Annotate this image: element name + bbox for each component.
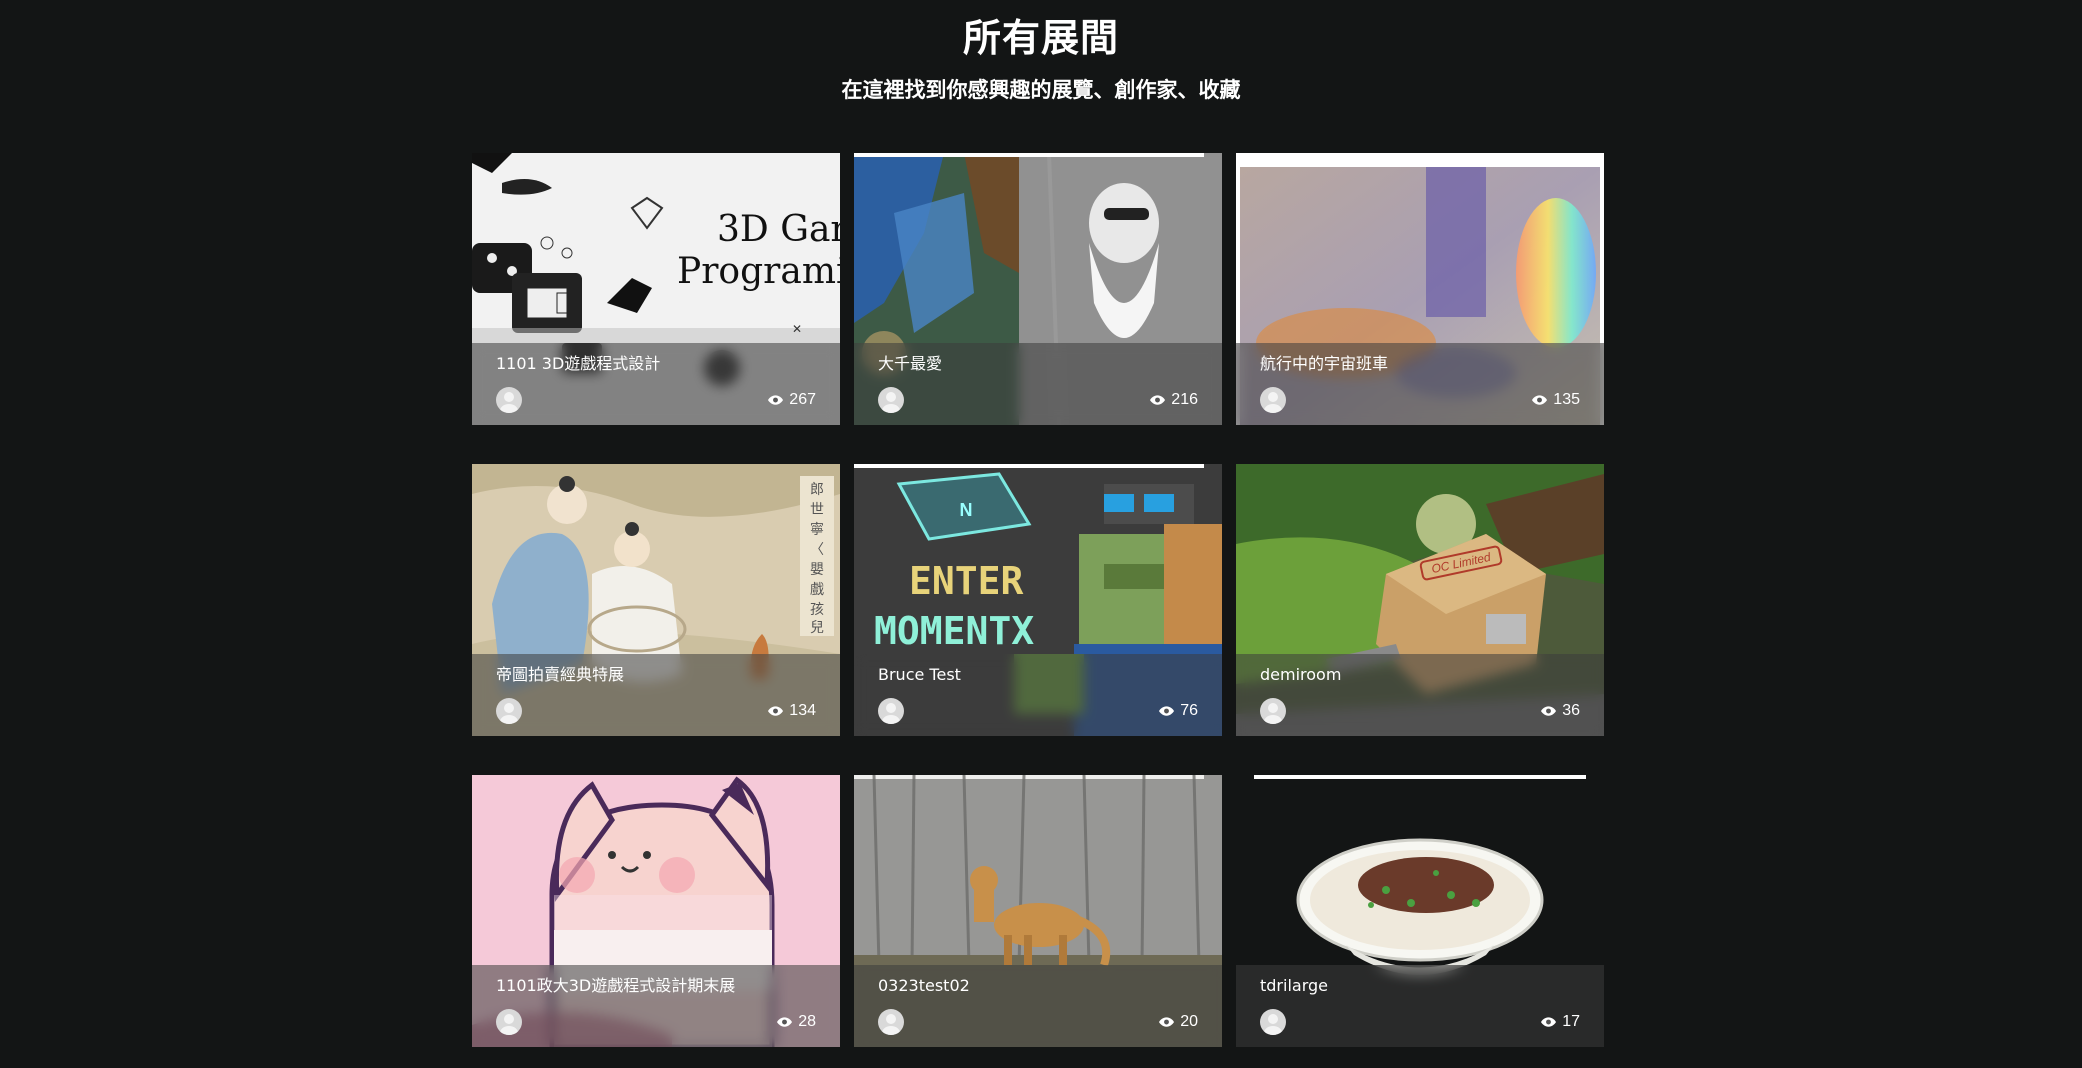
avatar[interactable] (878, 698, 904, 724)
view-count: 20 (1159, 1013, 1198, 1031)
eye-icon (777, 1017, 793, 1027)
view-count-value: 76 (1180, 702, 1198, 719)
view-count: 134 (768, 702, 816, 720)
exhibition-title: Bruce Test (878, 665, 961, 684)
exhibition-title: 1101 3D遊戲程式設計 (496, 354, 661, 373)
exhibition-title: 0323test02 (878, 976, 970, 995)
exhibition-card[interactable]: 航行中的宇宙班車 135 (1236, 153, 1604, 425)
svg-text:嬰: 嬰 (810, 562, 824, 578)
exhibition-title: 1101政大3D遊戲程式設計期末展 (496, 976, 736, 995)
view-count-value: 216 (1171, 391, 1198, 408)
page-heading: 所有展間 在這裡找到你感興趣的展覽、創作家、收藏 (0, 14, 2082, 104)
avatar[interactable] (1260, 387, 1286, 413)
exhibition-card[interactable]: 大千最愛 216 (854, 153, 1222, 425)
exhibition-title: 大千最愛 (878, 354, 943, 373)
gallery-page: 所有展間 在這裡找到你感興趣的展覽、創作家、收藏 3D Gar Programi… (0, 0, 2082, 1068)
svg-text:Programi: Programi (677, 251, 840, 292)
avatar[interactable] (496, 698, 522, 724)
eye-icon (1532, 395, 1548, 405)
eye-icon (768, 706, 784, 716)
card-info-bar: 航行中的宇宙班車 135 (1236, 343, 1604, 425)
view-count-value: 28 (798, 1013, 816, 1030)
page-subtitle: 在這裡找到你感興趣的展覽、創作家、收藏 (841, 78, 1241, 102)
card-info-bar: Bruce Test 76 (854, 654, 1222, 736)
card-info-bar: demiroom 36 (1236, 654, 1604, 736)
exhibition-card[interactable]: N ENTER MOMENTX Bruce Test 76 (854, 464, 1222, 736)
exhibition-card[interactable]: 1101政大3D遊戲程式設計期末展 28 (472, 775, 840, 1047)
view-count: 17 (1541, 1013, 1580, 1031)
card-info-bar: 1101政大3D遊戲程式設計期末展 28 (472, 965, 840, 1047)
view-count: 135 (1532, 391, 1580, 409)
svg-text:✕: ✕ (792, 322, 802, 336)
view-count-value: 134 (789, 702, 816, 719)
thumb-text: 3D Gar (717, 209, 840, 250)
eye-icon (768, 395, 784, 405)
eye-icon (1150, 395, 1166, 405)
exhibition-card[interactable]: OC Limited demiroom 36 (1236, 464, 1604, 736)
svg-text:世: 世 (810, 502, 824, 518)
exhibition-card[interactable]: 郎 世 寧 〈 嬰 戲 孩 兒 帝圖拍賣經典特展 134 (472, 464, 840, 736)
view-count-value: 36 (1562, 702, 1580, 719)
card-info-bar: 1101 3D遊戲程式設計 267 (472, 343, 840, 425)
svg-text:戲: 戲 (810, 582, 824, 598)
exhibition-card[interactable]: 3D Gar Programi ✕ 1101 3D遊戲程式設計 267 (472, 153, 840, 425)
eye-icon (1541, 1017, 1557, 1027)
card-info-bar: 帝圖拍賣經典特展 134 (472, 654, 840, 736)
eye-icon (1159, 706, 1175, 716)
view-count: 76 (1159, 702, 1198, 720)
svg-text:孩: 孩 (810, 602, 824, 618)
avatar[interactable] (496, 1009, 522, 1035)
eye-icon (1159, 1017, 1175, 1027)
svg-text:MOMENTX: MOMENTX (874, 609, 1034, 653)
avatar[interactable] (878, 387, 904, 413)
eye-icon (1541, 706, 1557, 716)
card-info-bar: 0323test02 20 (854, 965, 1222, 1047)
avatar[interactable] (496, 387, 522, 413)
thumb-text: ENTER (909, 559, 1024, 603)
view-count: 267 (768, 391, 816, 409)
exhibition-title: demiroom (1260, 665, 1342, 684)
view-count-value: 20 (1180, 1013, 1198, 1030)
card-info-bar: tdrilarge 17 (1236, 965, 1604, 1047)
exhibition-title: 帝圖拍賣經典特展 (496, 665, 625, 684)
card-info-bar: 大千最愛 216 (854, 343, 1222, 425)
exhibition-card[interactable]: tdrilarge 17 (1236, 775, 1604, 1047)
svg-text:寧: 寧 (810, 521, 824, 538)
exhibition-title: tdrilarge (1260, 976, 1328, 995)
view-count-value: 17 (1562, 1013, 1580, 1030)
exhibition-title: 航行中的宇宙班車 (1260, 354, 1389, 373)
avatar[interactable] (1260, 698, 1286, 724)
page-title: 所有展間 (962, 16, 1119, 60)
avatar[interactable] (1260, 1009, 1286, 1035)
svg-text:〈: 〈 (810, 542, 824, 558)
view-count: 36 (1541, 702, 1580, 720)
exhibition-card[interactable]: 0323test02 20 (854, 775, 1222, 1047)
view-count: 28 (777, 1013, 816, 1031)
svg-text:N: N (960, 500, 973, 520)
view-count-value: 135 (1553, 391, 1580, 408)
exhibition-grid: 3D Gar Programi ✕ 1101 3D遊戲程式設計 267 大千最愛… (472, 153, 1604, 1047)
thumb-text: 郎 (810, 482, 824, 498)
avatar[interactable] (878, 1009, 904, 1035)
view-count-value: 267 (789, 391, 816, 408)
svg-text:兒: 兒 (810, 620, 824, 636)
view-count: 216 (1150, 391, 1198, 409)
